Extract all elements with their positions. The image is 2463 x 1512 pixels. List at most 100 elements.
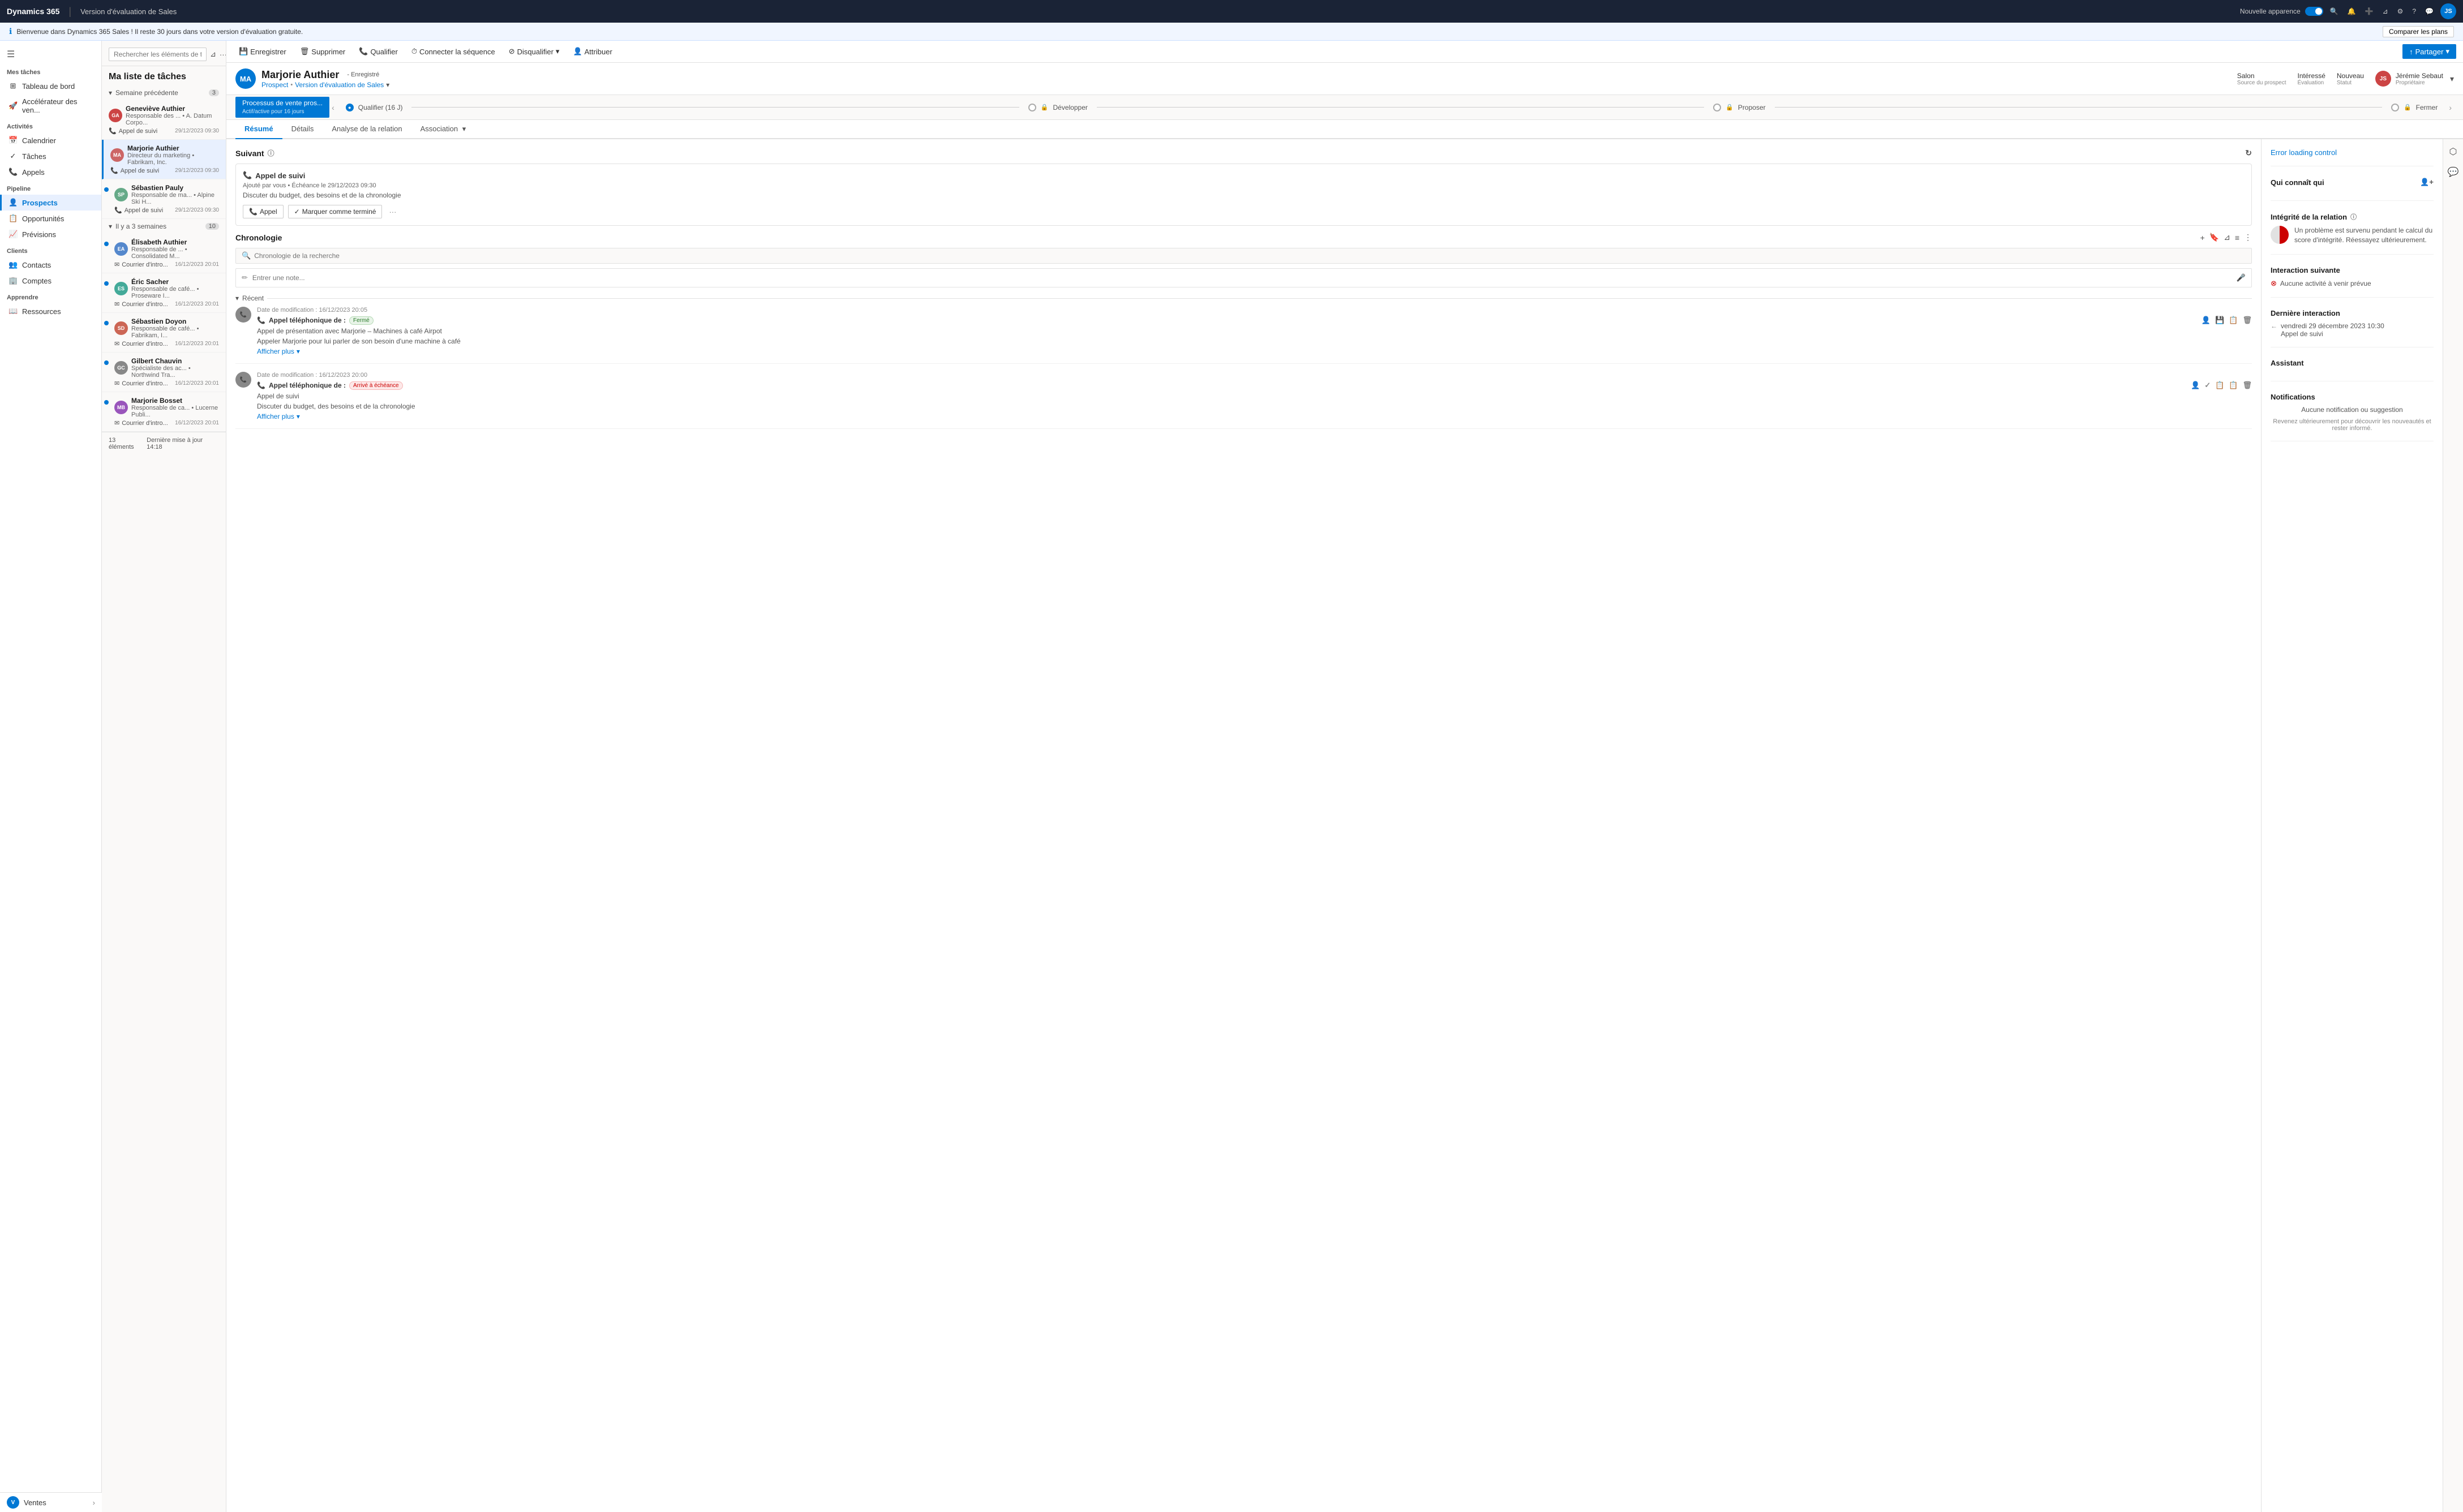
task-item[interactable]: GA Geneviève Authier Responsable des ...…	[102, 100, 226, 140]
filter-icon[interactable]: ⊿	[2380, 5, 2391, 18]
task-item[interactable]: SD Sébastien Doyon Responsable de café..…	[102, 313, 226, 353]
task-item[interactable]: MA Marjorie Authier Directeur du marketi…	[102, 140, 226, 179]
rp-assistant: Assistant	[2271, 359, 2434, 381]
chevron-down-icon[interactable]: ▾	[386, 81, 389, 89]
ventes-label: Ventes	[24, 1498, 46, 1507]
qualify-button[interactable]: 📞 Qualifier	[353, 44, 404, 59]
user-avatar[interactable]: JS	[2440, 3, 2456, 19]
connect-sequence-button[interactable]: ⏱ Connecter la séquence	[406, 44, 501, 59]
contact-role: Directeur du marketing • Fabrikam, Inc.	[127, 152, 219, 166]
show-more-button[interactable]: Afficher plus ▾	[257, 413, 2252, 420]
compare-plans-button[interactable]: Comparer les plans	[2383, 26, 2454, 37]
record-eval[interactable]: Version d'évaluation de Sales	[295, 81, 384, 89]
delete-icon[interactable]: 🗑	[2242, 316, 2252, 325]
expand-icon[interactable]: ▾	[2450, 74, 2454, 84]
more-icon[interactable]: ···	[220, 50, 226, 59]
process-active-button[interactable]: Processus de vente pros... Actif/active …	[235, 97, 329, 118]
task-item[interactable]: GC Gilbert Chauvin Spécialiste des ac...…	[102, 353, 226, 392]
sidebar-item-tableau-de-bord[interactable]: ⊞ Tableau de bord	[0, 78, 101, 94]
task-item[interactable]: SP Sébastien Pauly Responsable de ma... …	[102, 179, 226, 219]
sidebar-item-taches[interactable]: ✓ Tâches	[0, 148, 101, 164]
copy-icon[interactable]: 📋	[2229, 316, 2238, 325]
user-icon[interactable]: 👤	[2191, 381, 2200, 390]
save-button[interactable]: 💾 Enregistrer	[233, 44, 292, 59]
share-button[interactable]: ↑ Partager ▾	[2402, 44, 2456, 59]
user-icon[interactable]: 👤	[2202, 316, 2211, 325]
tab-analyse-relation[interactable]: Analyse de la relation	[323, 120, 411, 139]
sidebar-item-contacts[interactable]: 👥 Contacts	[0, 257, 101, 273]
mic-icon[interactable]: 🎤	[2237, 273, 2246, 282]
tab-resume[interactable]: Résumé	[235, 120, 282, 139]
rp-error-section: Error loading control	[2271, 148, 2434, 166]
nav-right: Nouvelle apparence 🔍 🔔 ➕ ⊿ ⚙ ? 💬 JS	[2240, 3, 2456, 19]
help-icon[interactable]: ?	[2410, 5, 2418, 18]
tab-association[interactable]: Association ▾	[411, 120, 475, 139]
recent-label[interactable]: ▾ Récent	[235, 294, 2252, 302]
copy-icon[interactable]: 📋	[2215, 381, 2224, 390]
expand-panel-icon[interactable]: ⬡	[2449, 146, 2457, 157]
more-icon[interactable]: ···	[389, 208, 396, 216]
sidebar-item-comptes[interactable]: 🏢 Comptes	[0, 273, 101, 289]
delete-button[interactable]: 🗑 Supprimer	[294, 44, 351, 59]
chrono-row: 📞 Date de modification : 16/12/2023 20:0…	[235, 307, 2252, 355]
refresh-icon[interactable]: ↻	[2245, 148, 2252, 158]
toggle-switch[interactable]	[2305, 7, 2323, 16]
task-item[interactable]: EA Élisabeth Authier Responsable de ... …	[102, 234, 226, 273]
error-link[interactable]: Error loading control	[2271, 148, 2337, 157]
sidebar-label: Opportunités	[22, 214, 64, 223]
chevron-down-icon[interactable]: ▾	[462, 124, 466, 133]
save-icon[interactable]: 💾	[2215, 316, 2224, 325]
bookmark-icon[interactable]: 🔖	[2209, 233, 2219, 242]
stage-circle	[2391, 104, 2399, 111]
sidebar-item-opportunites[interactable]: 📋 Opportunités	[0, 211, 101, 226]
copy2-icon[interactable]: 📋	[2229, 381, 2238, 390]
sidebar-item-appels[interactable]: 📞 Appels	[0, 164, 101, 180]
tab-details[interactable]: Détails	[282, 120, 323, 139]
section-semaine-precedente[interactable]: ▾ Semaine précédente 3	[102, 85, 226, 100]
person-add-icon[interactable]: 👤+	[2420, 178, 2434, 187]
sidebar-item-previsions[interactable]: 📈 Prévisions	[0, 226, 101, 242]
check-icon[interactable]: ✓	[2204, 381, 2211, 390]
list-icon[interactable]: ≡	[2235, 233, 2239, 242]
show-more-button[interactable]: Afficher plus ▾	[257, 347, 2252, 355]
banner-text: Bienvenue dans Dynamics 365 Sales ! Il r…	[16, 28, 303, 36]
contact-name: Sébastien Doyon	[131, 317, 219, 325]
call-button[interactable]: 📞 Appel	[243, 205, 284, 218]
note-input-box[interactable]: ✏ 🎤	[235, 268, 2252, 287]
chat-icon[interactable]: 💬	[2423, 5, 2436, 18]
sidebar-item-ressources[interactable]: 📖 Ressources	[0, 303, 101, 319]
filter-icon[interactable]: ⊿	[2224, 233, 2230, 242]
mark-done-button[interactable]: ✓ Marquer comme terminé	[288, 205, 383, 218]
chrono-search-input[interactable]	[254, 252, 2246, 260]
section-il-y-a-3-semaines[interactable]: ▾ Il y a 3 semaines 10	[102, 219, 226, 234]
pencil-icon: ✏	[242, 273, 248, 282]
task-item[interactable]: MB Marjorie Bosset Responsable de ca... …	[102, 392, 226, 432]
sidebar-item-prospects[interactable]: 👤 Prospects	[0, 195, 101, 211]
activity-label: Appel de suivi	[121, 167, 160, 174]
new-look-toggle[interactable]	[2305, 7, 2323, 16]
sidebar-bottom-ventes[interactable]: V Ventes ›	[0, 1492, 102, 1512]
avatar: ES	[114, 282, 128, 295]
search-input[interactable]	[109, 48, 207, 61]
delete-icon[interactable]: 🗑	[2242, 381, 2252, 390]
bell-icon[interactable]: 🔔	[2345, 5, 2358, 18]
new-look-label: Nouvelle apparence	[2240, 7, 2301, 15]
sidebar-item-calendrier[interactable]: 📅 Calendrier	[0, 132, 101, 148]
hamburger-menu[interactable]: ☰	[0, 45, 101, 63]
assign-button[interactable]: 👤 Attribuer	[567, 44, 617, 59]
disqualify-button[interactable]: ⊘ Disqualifier ▾	[503, 44, 565, 59]
stage-circle: ●	[346, 104, 354, 111]
section-label: Il y a 3 semaines	[115, 222, 166, 230]
search-icon[interactable]: 🔍	[2328, 5, 2341, 18]
task-item[interactable]: ES Éric Sacher Responsable de café... • …	[102, 273, 226, 313]
note-field[interactable]	[252, 274, 2237, 282]
filter-icon[interactable]: ⊿	[210, 50, 216, 59]
settings-icon[interactable]: ⚙	[2395, 5, 2406, 18]
chat-panel-icon[interactable]: 💬	[2448, 166, 2459, 178]
sidebar-item-accelerateur[interactable]: 🚀 Accélérateur des ven...	[0, 94, 101, 118]
add-icon[interactable]: +	[2200, 233, 2204, 242]
record-type[interactable]: Prospect	[261, 81, 288, 89]
plus-icon[interactable]: ➕	[2363, 5, 2376, 18]
next-chevron-icon[interactable]: ›	[2449, 103, 2452, 112]
more-icon[interactable]: ⋮	[2244, 233, 2252, 242]
